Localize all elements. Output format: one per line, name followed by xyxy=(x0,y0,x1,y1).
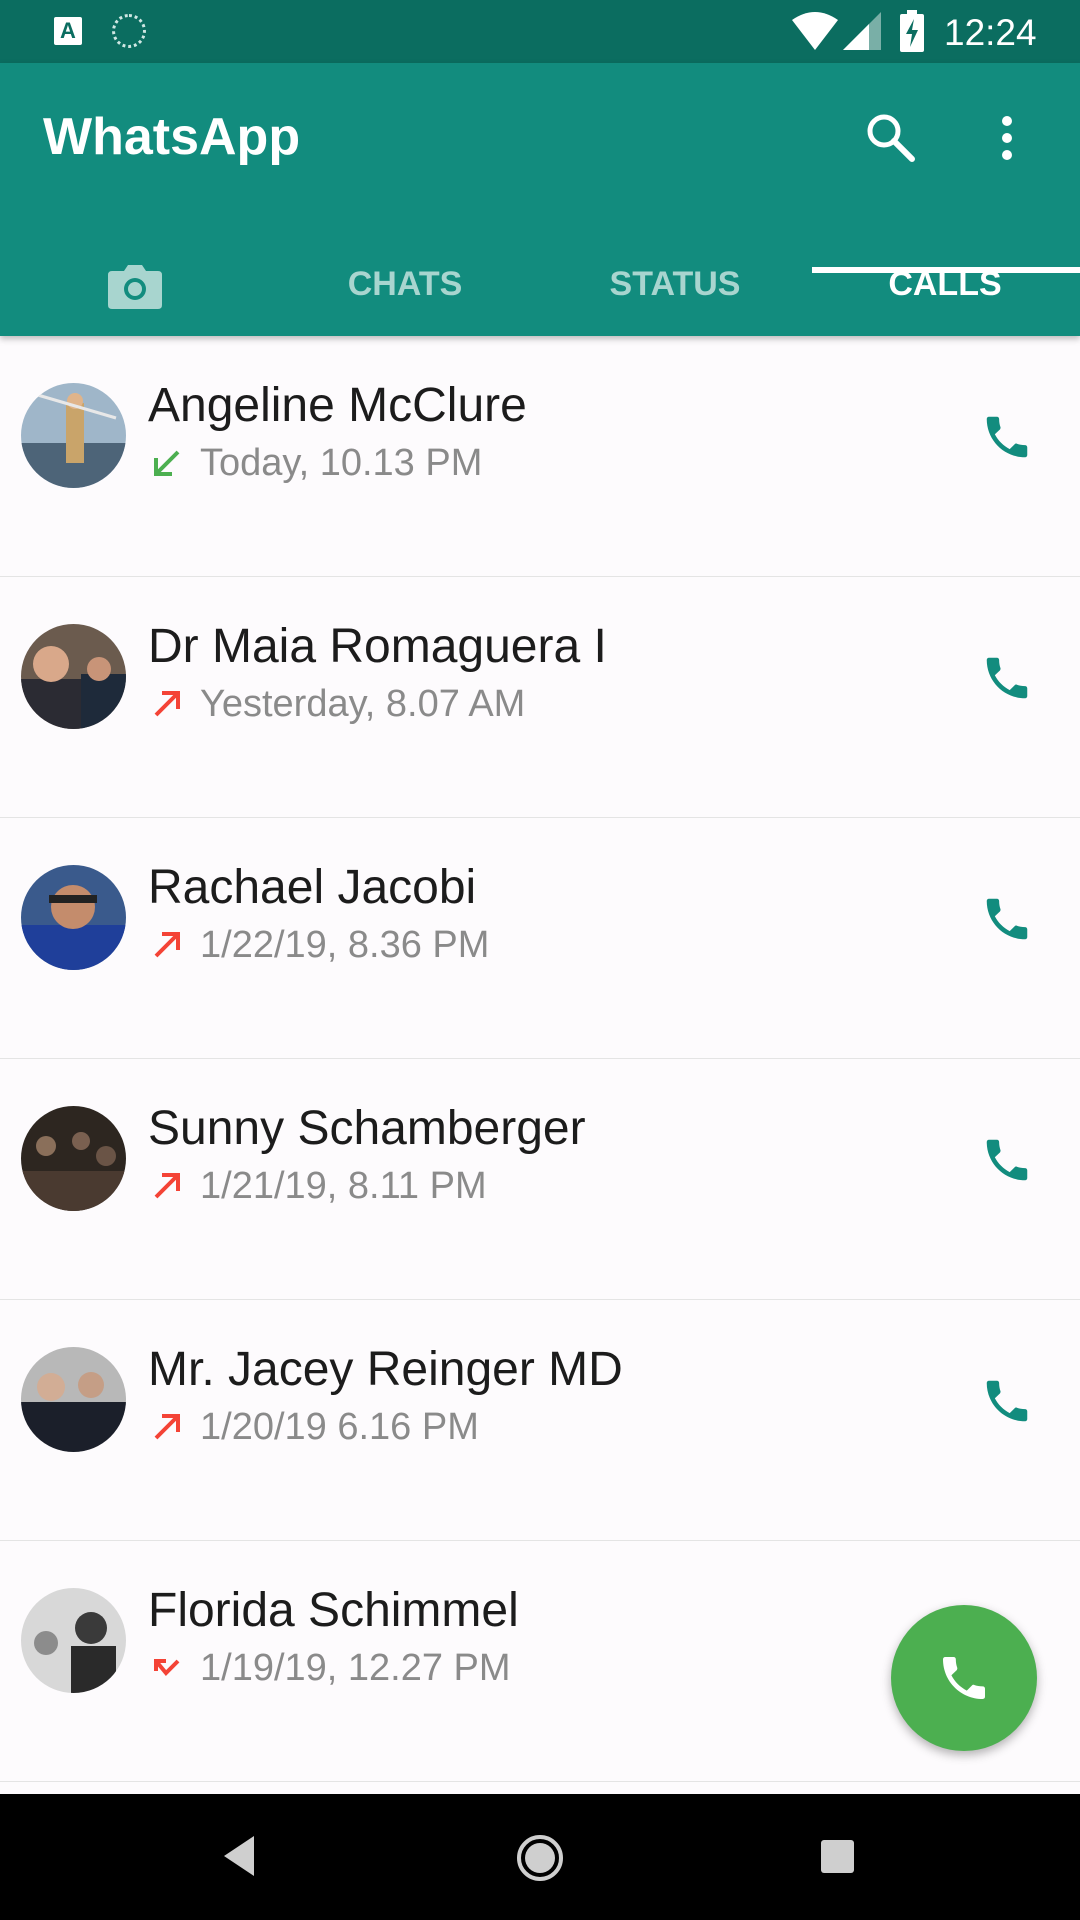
active-tab-indicator xyxy=(812,267,1080,273)
more-options-button[interactable] xyxy=(986,109,1028,169)
status-bar: A 12:24 xyxy=(0,0,1080,63)
navigation-bar xyxy=(0,1794,1080,1920)
contact-name: Mr. Jacey Reinger MD xyxy=(148,1343,623,1396)
search-button[interactable] xyxy=(862,109,922,169)
avatar[interactable] xyxy=(21,624,126,729)
search-icon xyxy=(867,114,915,162)
call-item[interactable]: Dr Maia Romaguera I Yesterday, 8.07 AM xyxy=(0,577,1080,818)
tab-chats[interactable]: CHATS xyxy=(270,233,540,336)
outgoing-call-icon xyxy=(154,1173,180,1199)
new-call-icon xyxy=(943,1657,985,1699)
call-time: Yesterday, 8.07 AM xyxy=(200,683,526,725)
contact-name: Sunny Schamberger xyxy=(148,1102,586,1155)
avatar[interactable] xyxy=(21,865,126,970)
call-time: Today, 10.13 PM xyxy=(200,442,483,484)
phone-icon[interactable] xyxy=(980,651,1034,705)
call-item[interactable]: Sunny Schamberger 1/21/19, 8.11 PM xyxy=(0,1059,1080,1300)
phone-icon[interactable] xyxy=(980,1374,1034,1428)
call-time: 1/19/19, 12.27 PM xyxy=(200,1647,511,1689)
camera-icon xyxy=(108,265,162,309)
calls-list: Angeline McClure Today, 10.13 PM Dr Maia… xyxy=(0,336,1080,1782)
phone-icon[interactable] xyxy=(980,892,1034,946)
sync-icon xyxy=(112,14,146,48)
call-item[interactable]: Angeline McClure Today, 10.13 PM xyxy=(0,336,1080,577)
avatar[interactable] xyxy=(21,1106,126,1211)
call-item[interactable]: Mr. Jacey Reinger MD 1/20/19 6.16 PM xyxy=(0,1300,1080,1541)
clock: 12:24 xyxy=(944,12,1037,53)
incoming-call-icon xyxy=(154,450,180,476)
contact-name: Angeline McClure xyxy=(148,379,527,432)
outgoing-call-icon xyxy=(154,932,180,958)
back-icon[interactable] xyxy=(222,1834,256,1878)
contact-name: Florida Schimmel xyxy=(148,1584,519,1637)
avatar[interactable] xyxy=(21,383,126,488)
avatar[interactable] xyxy=(21,1347,126,1452)
app-bar: WhatsApp CHATS STATUS CALLS xyxy=(0,63,1080,336)
keyboard-icon: A xyxy=(54,17,82,45)
contact-name: Rachael Jacobi xyxy=(148,861,477,914)
phone-icon[interactable] xyxy=(980,410,1034,464)
tab-status[interactable]: STATUS xyxy=(540,233,810,336)
contact-name: Dr Maia Romaguera I xyxy=(148,620,607,673)
call-time: 1/20/19 6.16 PM xyxy=(200,1406,479,1448)
app-title: WhatsApp xyxy=(43,108,301,166)
call-item[interactable]: Rachael Jacobi 1/22/19, 8.36 PM xyxy=(0,818,1080,1059)
call-time: 1/22/19, 8.36 PM xyxy=(200,924,490,966)
recents-icon[interactable] xyxy=(821,1840,854,1873)
signal-icon xyxy=(843,12,881,50)
call-time: 1/21/19, 8.11 PM xyxy=(200,1165,487,1207)
phone-icon[interactable] xyxy=(980,1133,1034,1187)
more-vert-icon xyxy=(1002,116,1012,160)
new-call-button[interactable] xyxy=(891,1605,1037,1751)
outgoing-call-icon xyxy=(154,691,180,717)
wifi-icon xyxy=(792,12,838,50)
battery-charging-icon xyxy=(900,10,924,52)
home-icon[interactable] xyxy=(516,1834,564,1882)
missed-call-icon xyxy=(154,1659,180,1676)
tab-camera[interactable] xyxy=(0,233,270,336)
outgoing-call-icon xyxy=(154,1414,180,1440)
tab-bar: CHATS STATUS CALLS xyxy=(0,233,1080,336)
avatar[interactable] xyxy=(21,1588,126,1693)
tab-calls[interactable]: CALLS xyxy=(810,233,1080,336)
